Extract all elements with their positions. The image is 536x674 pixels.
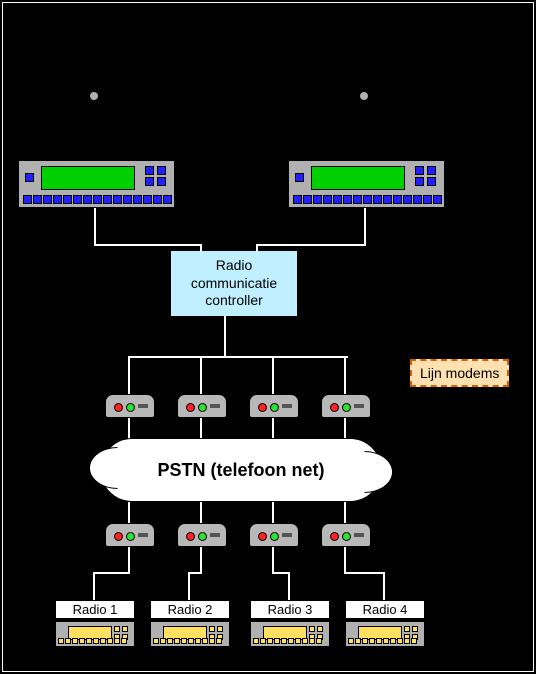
radio-label: Radio 3 bbox=[250, 600, 330, 619]
panel-led bbox=[157, 177, 166, 186]
remote-radio: Radio 4 bbox=[345, 600, 425, 647]
connector bbox=[95, 572, 130, 574]
connector bbox=[200, 356, 202, 394]
connector bbox=[200, 418, 202, 440]
connector bbox=[272, 502, 274, 524]
panel-led bbox=[415, 166, 424, 175]
connector bbox=[200, 502, 202, 524]
connector bbox=[272, 547, 274, 573]
remote-radio: Radio 1 bbox=[55, 600, 135, 647]
panel-led bbox=[427, 177, 436, 186]
line-modem bbox=[177, 394, 227, 418]
connector bbox=[200, 547, 202, 573]
antenna-tip bbox=[360, 92, 368, 100]
line-modem bbox=[249, 394, 299, 418]
remote-radio: Radio 2 bbox=[150, 600, 230, 647]
connector bbox=[256, 244, 258, 252]
panel-led bbox=[295, 173, 304, 182]
remote-radio: Radio 3 bbox=[250, 600, 330, 647]
controller-label: Radio communicatie controller bbox=[191, 257, 277, 308]
connector bbox=[128, 547, 130, 573]
connector bbox=[128, 356, 348, 358]
connector bbox=[94, 208, 96, 246]
line-modem bbox=[177, 523, 227, 547]
line-modem bbox=[105, 523, 155, 547]
connector bbox=[344, 356, 346, 394]
panel-led bbox=[25, 173, 34, 182]
radio-label: Radio 1 bbox=[55, 600, 135, 619]
connector bbox=[383, 572, 385, 600]
line-modem bbox=[105, 394, 155, 418]
radio-device bbox=[250, 621, 330, 647]
radio-label: Radio 2 bbox=[150, 600, 230, 619]
connector bbox=[188, 572, 190, 600]
connector bbox=[94, 244, 202, 246]
cloud-label: PSTN (telefoon net) bbox=[158, 460, 325, 480]
radio-label: Radio 4 bbox=[345, 600, 425, 619]
connector bbox=[272, 418, 274, 440]
line-modem bbox=[249, 523, 299, 547]
connector bbox=[128, 502, 130, 524]
connector bbox=[200, 244, 202, 252]
controller-box: Radio communicatie controller bbox=[170, 250, 298, 317]
line-modem bbox=[321, 523, 371, 547]
radio-device bbox=[55, 621, 135, 647]
connector bbox=[258, 244, 366, 246]
connector bbox=[288, 572, 290, 600]
panel-led bbox=[145, 166, 154, 175]
panel-led bbox=[427, 166, 436, 175]
panel-led bbox=[145, 177, 154, 186]
connector bbox=[344, 572, 384, 574]
modems-label: Lijn modems bbox=[420, 365, 499, 381]
pstn-cloud: PSTN (telefoon net) bbox=[100, 438, 382, 502]
panel-led bbox=[415, 177, 424, 186]
panel-button-row bbox=[23, 195, 172, 204]
panel-button-row bbox=[293, 195, 442, 204]
connector bbox=[93, 572, 95, 600]
line-modem bbox=[321, 394, 371, 418]
connector bbox=[188, 572, 202, 574]
connector bbox=[344, 502, 346, 524]
antenna bbox=[364, 96, 366, 158]
operator-radio-panel bbox=[18, 160, 175, 208]
panel-display bbox=[311, 166, 405, 190]
operator-radio-panel bbox=[288, 160, 445, 208]
connector bbox=[224, 316, 226, 356]
connector bbox=[128, 418, 130, 440]
radio-device bbox=[150, 621, 230, 647]
panel-display bbox=[41, 166, 135, 190]
panel-led bbox=[157, 166, 166, 175]
diagram-canvas: Radio communicatie controller Lijn modem… bbox=[0, 0, 536, 674]
connector bbox=[128, 356, 130, 394]
radio-device bbox=[345, 621, 425, 647]
antenna-tip bbox=[90, 92, 98, 100]
connector bbox=[364, 208, 366, 246]
antenna bbox=[94, 96, 96, 158]
frame bbox=[2, 2, 534, 672]
connector bbox=[272, 356, 274, 394]
modems-label-box: Lijn modems bbox=[410, 359, 509, 387]
connector bbox=[344, 547, 346, 573]
connector bbox=[344, 418, 346, 440]
